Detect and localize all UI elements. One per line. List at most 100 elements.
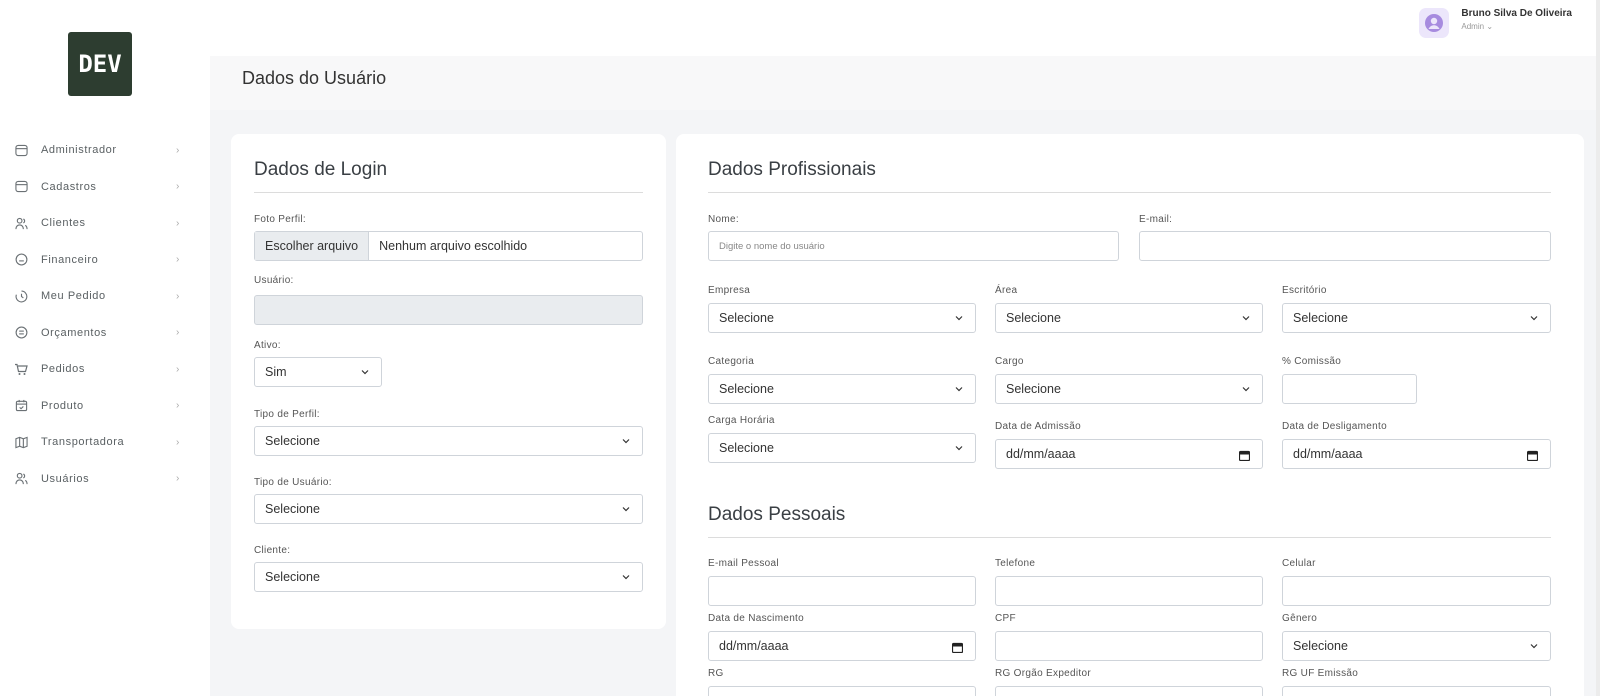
empresa-label: Empresa (708, 285, 751, 296)
sidebar-item-transportadora[interactable]: Transportadora › (0, 424, 210, 461)
budget-icon (14, 326, 28, 340)
cliente-select[interactable]: Selecione (254, 562, 643, 592)
cargo-select-value: Selecione (1006, 382, 1061, 396)
genero-select[interactable]: Selecione (1282, 631, 1551, 661)
sidebar-item-pedidos[interactable]: Pedidos › (0, 351, 210, 388)
user-role[interactable]: Admin ⌄ (1461, 22, 1572, 31)
nome-label: Nome: (708, 214, 739, 225)
foto-perfil-label: Foto Perfil: (254, 214, 306, 225)
sidebar-item-produto[interactable]: Produto › (0, 388, 210, 425)
chevron-right-icon: › (176, 254, 180, 266)
coin-icon (14, 253, 28, 267)
chevron-down-icon (622, 575, 630, 580)
chevron-right-icon: › (176, 144, 180, 156)
sidebar-item-label: Financeiro (41, 253, 99, 266)
chevron-right-icon: › (176, 181, 180, 193)
rg-input[interactable] (708, 686, 976, 696)
sidebar-item-financeiro[interactable]: Financeiro › (0, 242, 210, 279)
nascimento-label: Data de Nascimento (708, 613, 805, 624)
chevron-right-icon: › (176, 473, 180, 485)
genero-label: Gênero (1282, 613, 1318, 624)
chevron-down-icon (955, 446, 963, 451)
chevron-right-icon: › (176, 217, 180, 229)
nascimento-date-value: dd/mm/aaaa (719, 639, 789, 653)
calendar-icon[interactable] (952, 642, 963, 653)
comissao-label: % Comissão (1282, 356, 1342, 367)
sidebar-item-orcamentos[interactable]: Orçamentos › (0, 315, 210, 352)
window-icon (14, 180, 28, 194)
foto-perfil-file-input[interactable]: Escolher arquivo Nenhum arquivo escolhid… (254, 231, 643, 261)
tipo-usuario-select[interactable]: Selecione (254, 494, 643, 524)
area-label: Área (995, 285, 1018, 296)
area-select-value: Selecione (1006, 311, 1061, 325)
file-name-text: Nenhum arquivo escolhido (379, 239, 528, 253)
cargo-select[interactable]: Selecione (995, 374, 1263, 404)
avatar[interactable] (1419, 8, 1450, 38)
nome-input[interactable]: Digite o nome do usuário (708, 231, 1119, 261)
desligamento-date-input[interactable]: dd/mm/aaaa (1282, 439, 1551, 469)
sidebar-item-label: Transportadora (41, 436, 125, 449)
rg-uf-input[interactable] (1282, 686, 1551, 696)
chevron-down-icon (1242, 387, 1250, 392)
empresa-select-value: Selecione (719, 311, 774, 325)
categoria-select[interactable]: Selecione (708, 374, 976, 404)
nascimento-date-input[interactable]: dd/mm/aaaa (708, 631, 976, 661)
ativo-select[interactable]: Sim (254, 357, 382, 387)
celular-label: Celular (1282, 558, 1316, 569)
celular-input[interactable] (1282, 576, 1551, 606)
cart-icon (14, 362, 28, 376)
email-input[interactable] (1139, 231, 1551, 261)
empresa-select[interactable]: Selecione (708, 303, 976, 333)
tipo-perfil-select-value: Selecione (265, 434, 320, 448)
admissao-date-value: dd/mm/aaaa (1006, 447, 1076, 461)
sidebar-item-meu-pedido[interactable]: Meu Pedido › (0, 278, 210, 315)
window-icon (14, 143, 28, 157)
tipo-perfil-select[interactable]: Selecione (254, 426, 643, 456)
pessoal-section-title: Dados Pessoais (708, 504, 846, 525)
profile-card: Dados Profissionais Nome: Digite o nome … (676, 134, 1584, 696)
cpf-input[interactable] (995, 631, 1263, 661)
cargo-label: Cargo (995, 356, 1024, 367)
sidebar-item-cadastros[interactable]: Cadastros › (0, 169, 210, 206)
comissao-input[interactable] (1282, 374, 1417, 404)
email-label: E-mail: (1139, 214, 1173, 225)
page-scrollbar[interactable] (1596, 0, 1600, 696)
sidebar-item-administrador[interactable]: Administrador › (0, 132, 210, 169)
usuario-input[interactable] (254, 295, 643, 325)
sidebar-item-clientes[interactable]: Clientes › (0, 205, 210, 242)
area-select[interactable]: Selecione (995, 303, 1263, 333)
rg-orgao-input[interactable] (995, 686, 1263, 696)
user-role-label: Admin (1461, 22, 1485, 31)
page-title: Dados do Usuário (242, 68, 387, 88)
telefone-input[interactable] (995, 576, 1263, 606)
escritorio-select[interactable]: Selecione (1282, 303, 1551, 333)
calendar-icon[interactable] (1239, 450, 1250, 461)
carga-horaria-select[interactable]: Selecione (708, 433, 976, 463)
sidebar-item-label: Cadastros (41, 180, 97, 193)
categoria-label: Categoria (708, 356, 755, 367)
sidebar-item-label: Usuários (41, 472, 90, 485)
desligamento-date-value: dd/mm/aaaa (1293, 447, 1363, 461)
cpf-label: CPF (995, 613, 1016, 624)
profissional-section-title: Dados Profissionais (708, 159, 876, 180)
app-logo[interactable]: DEV (68, 32, 132, 96)
login-section-title: Dados de Login (254, 159, 388, 180)
rg-uf-label: RG UF Emissão (1282, 668, 1359, 679)
cliente-label: Cliente: (254, 545, 291, 556)
tipo-usuario-select-value: Selecione (265, 502, 320, 516)
user-menu[interactable]: Bruno Silva De Oliveira Admin ⌄ (1419, 8, 1572, 38)
chevron-down-icon (622, 507, 630, 512)
top-bar: Bruno Silva De Oliveira Admin ⌄ (210, 0, 1600, 56)
clock-icon (14, 289, 28, 303)
rg-orgao-label: RG Orgão Expeditor (995, 668, 1091, 679)
chevron-right-icon: › (176, 400, 180, 412)
choose-file-button[interactable]: Escolher arquivo (255, 232, 370, 260)
sidebar-item-label: Pedidos (41, 363, 85, 376)
email-pessoal-input[interactable] (708, 576, 976, 606)
chevron-right-icon: › (176, 436, 180, 448)
chevron-down-icon (955, 387, 963, 392)
chevron-down-icon (955, 316, 963, 321)
calendar-icon[interactable] (1527, 450, 1538, 461)
sidebar-item-usuarios[interactable]: Usuários › (0, 461, 210, 498)
admissao-date-input[interactable]: dd/mm/aaaa (995, 439, 1263, 469)
